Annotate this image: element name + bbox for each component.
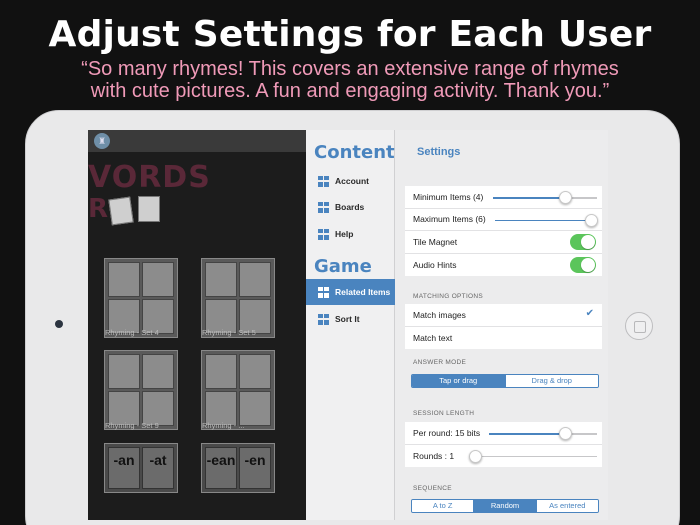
slider-knob[interactable] bbox=[559, 427, 572, 440]
session-length-label: SESSION LENGTH bbox=[413, 410, 475, 417]
audio-hints-row: Audio Hints bbox=[405, 254, 602, 277]
settings-title: Settings bbox=[417, 146, 461, 158]
board-tile-label: Rhyming - ... bbox=[202, 421, 245, 430]
contents-menu: Contents Account Boards Help Game Relate… bbox=[306, 130, 405, 520]
game-subtitle: R bbox=[88, 194, 109, 224]
camera-icon bbox=[55, 320, 63, 328]
answer-mode-drag-and-drop[interactable]: Drag & drop bbox=[505, 375, 598, 387]
app-screen: ♜ VORDS R Rhyming - Set 4 Rhyming - Set … bbox=[88, 130, 608, 520]
sequence-segmented: A to Z Random As entered bbox=[411, 499, 599, 513]
match-text-option[interactable]: Match text bbox=[405, 327, 602, 350]
phonics-label: -an bbox=[108, 447, 140, 489]
board-tile-set4[interactable] bbox=[104, 258, 178, 338]
sequence-as-entered[interactable]: As entered bbox=[536, 500, 598, 512]
tile-magnet-label: Tile Magnet bbox=[413, 236, 458, 247]
sequence-a-to-z[interactable]: A to Z bbox=[412, 500, 475, 512]
pig-card-icon bbox=[108, 196, 134, 226]
match-images-label: Match images bbox=[413, 309, 466, 320]
grid-icon bbox=[318, 175, 329, 187]
slider-knob[interactable] bbox=[585, 213, 598, 227]
game-toolbar: ♜ bbox=[88, 130, 306, 152]
sequence-label: SEQUENCE bbox=[413, 485, 452, 492]
menu-item-account[interactable]: Account bbox=[306, 170, 395, 192]
menu-item-related-items[interactable]: Related Items bbox=[306, 279, 395, 305]
board-tile-label: Rhyming - Set 4 bbox=[105, 328, 159, 337]
checkmark-icon: ✔ bbox=[585, 308, 594, 319]
quote-line-2: with cute pictures. A fun and engaging a… bbox=[90, 80, 610, 102]
grid-icon bbox=[318, 201, 329, 213]
answer-mode-tap-or-drag[interactable]: Tap or drag bbox=[412, 375, 506, 387]
match-text-label: Match text bbox=[413, 332, 453, 343]
phonics-label: -ean bbox=[205, 447, 237, 489]
min-items-row: Minimum Items (4) bbox=[405, 186, 602, 209]
contents-heading: Contents bbox=[314, 142, 406, 163]
rounds-slider[interactable] bbox=[469, 449, 597, 463]
matching-group: Match images ✔ Match text bbox=[405, 304, 602, 349]
testimonial-quote: “So many rhymes! This covers an extensiv… bbox=[0, 58, 700, 102]
board-tile-phonics-2[interactable]: -ean -en bbox=[201, 443, 275, 493]
max-items-row: Maximum Items (6) bbox=[405, 209, 602, 231]
slider-knob[interactable] bbox=[559, 191, 572, 204]
menu-item-help[interactable]: Help bbox=[306, 223, 395, 245]
lock-icon[interactable]: ♜ bbox=[94, 133, 110, 149]
tile-magnet-row: Tile Magnet bbox=[405, 231, 602, 254]
match-images-option[interactable]: Match images ✔ bbox=[405, 304, 602, 327]
tile-magnet-toggle[interactable] bbox=[570, 234, 596, 250]
game-panel: ♜ VORDS R Rhyming - Set 4 Rhyming - Set … bbox=[88, 130, 306, 520]
per-round-row: Per round: 15 bits bbox=[405, 422, 602, 445]
game-title: VORDS bbox=[88, 160, 211, 195]
game-heading: Game bbox=[314, 256, 372, 277]
session-group: Per round: 15 bits Rounds : 1 bbox=[405, 422, 602, 467]
menu-item-boards[interactable]: Boards bbox=[306, 196, 395, 218]
menu-item-label: Related Items bbox=[335, 287, 391, 297]
per-round-label: Per round: 15 bits bbox=[413, 427, 481, 438]
sequence-random[interactable]: Random bbox=[474, 500, 537, 512]
board-tile-label: Rhyming - Set 5 bbox=[202, 328, 256, 337]
board-tile-more[interactable] bbox=[201, 350, 275, 430]
min-items-label: Minimum Items (4) bbox=[413, 191, 484, 202]
board-tile-phonics-1[interactable]: -an -at bbox=[104, 443, 178, 493]
max-items-slider[interactable] bbox=[495, 213, 598, 227]
grid-icon bbox=[318, 228, 329, 240]
menu-item-label: Boards bbox=[335, 202, 365, 212]
audio-hints-label: Audio Hints bbox=[413, 259, 457, 270]
matching-options-label: MATCHING OPTIONS bbox=[413, 293, 484, 300]
answer-mode-segmented: Tap or drag Drag & drop bbox=[411, 374, 599, 388]
quote-line-1: “So many rhymes! This covers an extensiv… bbox=[81, 58, 619, 80]
headline: Adjust Settings for Each User bbox=[48, 14, 652, 55]
slider-knob[interactable] bbox=[469, 449, 482, 463]
home-button[interactable] bbox=[625, 312, 653, 340]
answer-mode-label: ANSWER MODE bbox=[413, 359, 467, 366]
rounds-row: Rounds : 1 bbox=[405, 445, 602, 468]
board-tile-set5[interactable] bbox=[201, 258, 275, 338]
max-items-label: Maximum Items (6) bbox=[413, 214, 486, 225]
items-group: Minimum Items (4) Maximum Items (6) Tile… bbox=[405, 186, 602, 276]
menu-item-label: Sort It bbox=[335, 314, 360, 324]
audio-hints-toggle[interactable] bbox=[570, 256, 596, 273]
grid-icon bbox=[318, 313, 329, 325]
bell-card-icon bbox=[138, 196, 160, 222]
grid-icon bbox=[318, 286, 329, 298]
rounds-label: Rounds : 1 bbox=[413, 450, 455, 461]
min-items-slider[interactable] bbox=[493, 191, 597, 204]
menu-item-sort-it[interactable]: Sort It bbox=[306, 308, 395, 330]
board-tile-label: Rhyming - Set 9 bbox=[105, 421, 159, 430]
settings-panel: Settings Minimum Items (4) Maximum Items… bbox=[395, 130, 608, 520]
per-round-slider[interactable] bbox=[489, 427, 597, 440]
menu-item-label: Account bbox=[335, 176, 369, 186]
phonics-label: -en bbox=[239, 447, 271, 489]
menu-item-label: Help bbox=[335, 229, 354, 239]
phonics-label: -at bbox=[142, 447, 174, 489]
board-tile-set9[interactable] bbox=[104, 350, 178, 430]
